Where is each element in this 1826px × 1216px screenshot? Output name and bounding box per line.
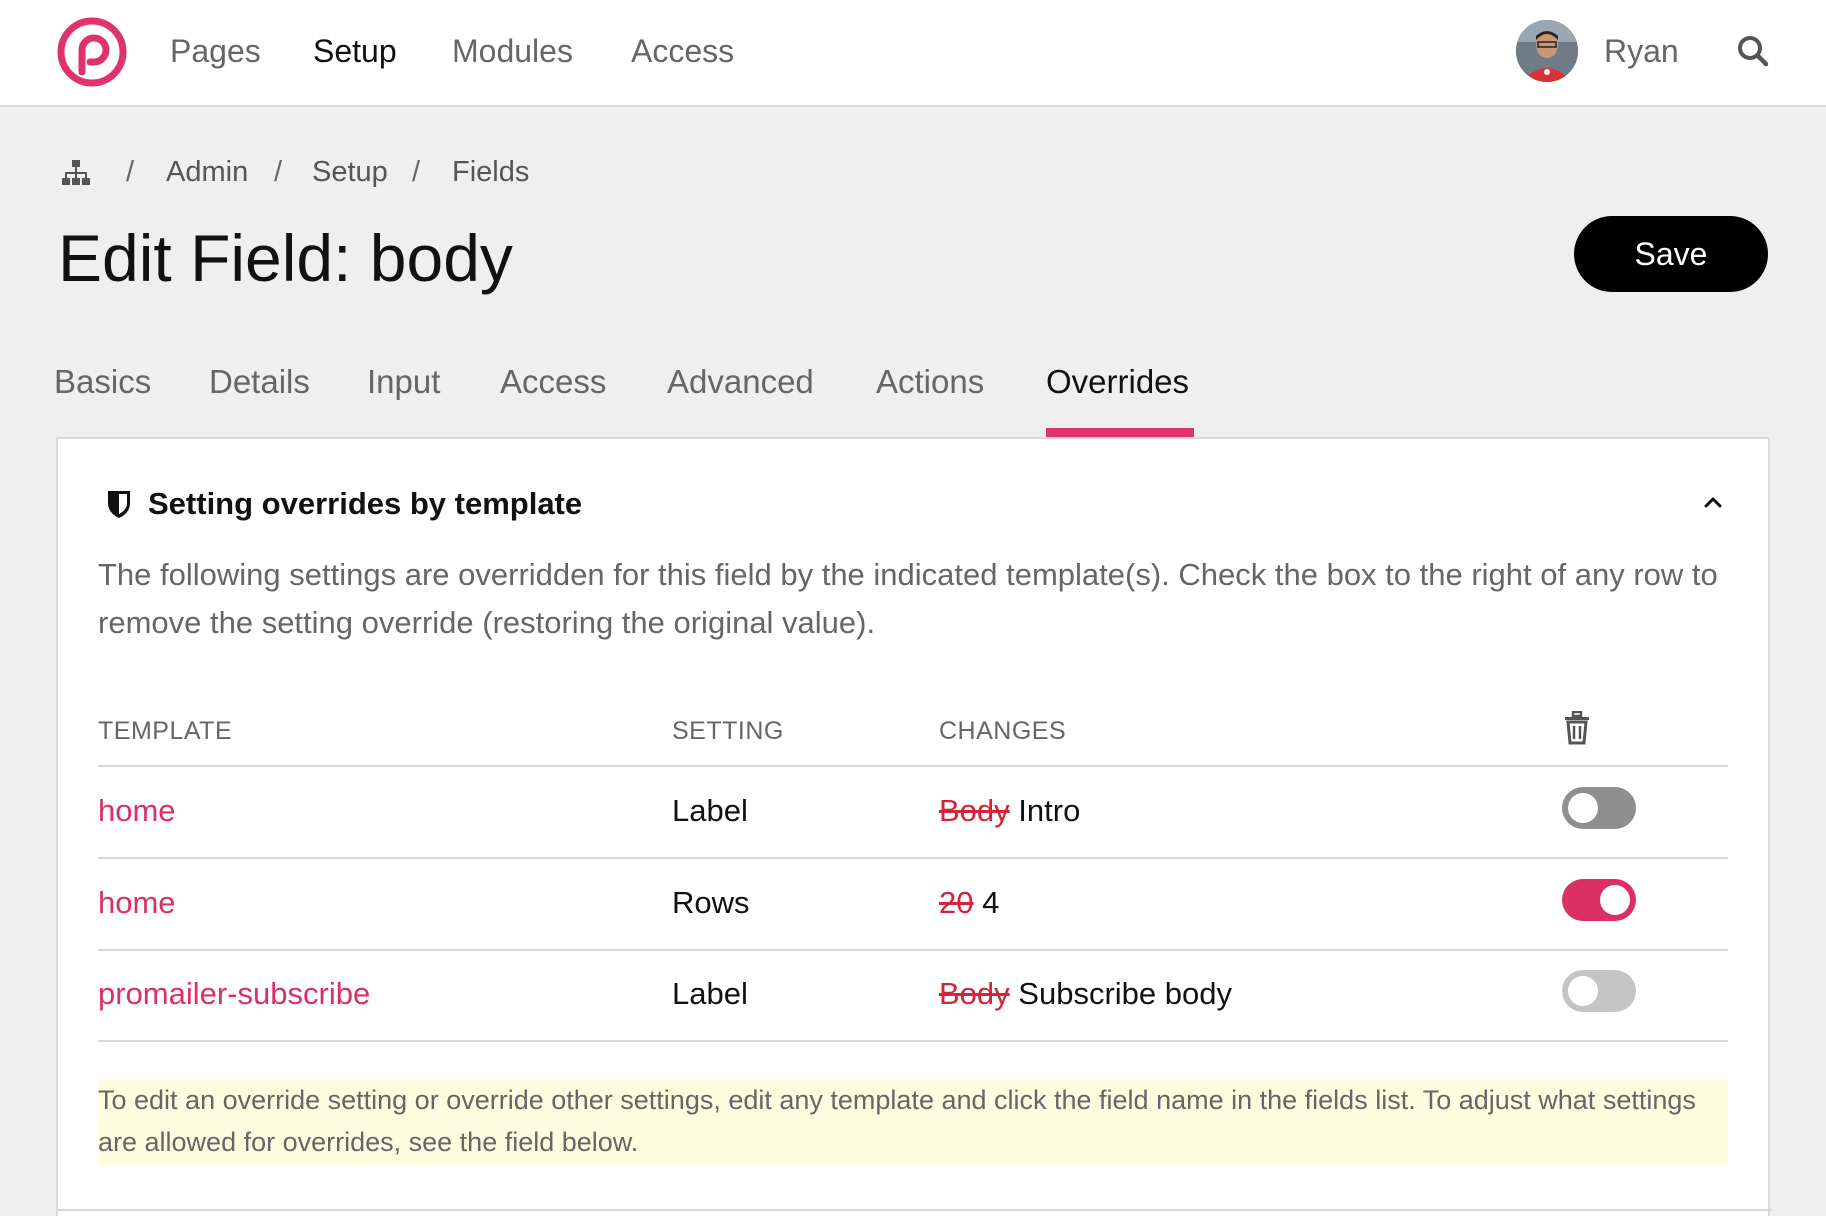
remove-override-toggle[interactable] (1562, 879, 1636, 921)
overrides-note: To edit an override setting or override … (98, 1079, 1728, 1165)
old-value: Body (939, 793, 1010, 828)
overrides-panel: Setting overrides by template The follow… (56, 437, 1772, 1216)
template-link[interactable]: home (98, 883, 176, 923)
table-divider (98, 765, 1728, 767)
trash-icon (1565, 711, 1589, 745)
new-value: Intro (1018, 793, 1081, 828)
breadcrumb-admin[interactable]: Admin (166, 156, 248, 189)
setting-name: Label (672, 976, 748, 1011)
tab-actions[interactable]: Actions (876, 362, 984, 402)
column-header-setting: SETTING (672, 717, 784, 745)
breadcrumb-setup[interactable]: Setup (312, 156, 388, 189)
table-divider (98, 949, 1728, 951)
breadcrumb-separator: / (126, 156, 135, 188)
table-divider (98, 857, 1728, 859)
panel-description: The following settings are overridden fo… (98, 557, 1718, 640)
changes-cell: Body Subscribe body (939, 974, 1232, 1014)
sitemap-icon[interactable] (60, 158, 92, 188)
avatar-photo-icon (1516, 20, 1578, 82)
chevron-up-icon[interactable] (1700, 489, 1726, 515)
user-name[interactable]: Ryan (1604, 30, 1679, 72)
save-button[interactable]: Save (1574, 216, 1768, 292)
panel-title: Setting overrides by template (148, 486, 583, 521)
template-link[interactable]: home (98, 791, 176, 831)
tab-access[interactable]: Access (500, 362, 606, 402)
old-value: Body (939, 976, 1010, 1011)
page-title: Edit Field: body (58, 221, 513, 295)
new-value: 4 (982, 885, 1000, 920)
breadcrumb-separator: / (412, 156, 421, 188)
tab-advanced[interactable]: Advanced (667, 362, 814, 402)
changes-cell: 20 4 (939, 883, 999, 923)
template-link[interactable]: promailer-subscribe (98, 974, 370, 1014)
processwire-logo-icon[interactable] (56, 16, 128, 88)
breadcrumb-separator: / (274, 156, 283, 188)
new-value: Subscribe body (1018, 976, 1232, 1011)
table-divider (98, 1040, 1728, 1042)
nav-access[interactable]: Access (631, 30, 734, 72)
tab-overrides[interactable]: Overrides (1046, 362, 1189, 402)
setting-name: Rows (672, 885, 750, 920)
changes-cell: Body Intro (939, 791, 1080, 831)
search-icon[interactable] (1736, 34, 1770, 68)
nav-pages[interactable]: Pages (170, 30, 261, 72)
old-value: 20 (939, 885, 974, 920)
column-header-template: TEMPLATE (98, 717, 233, 745)
panel-divider (58, 1209, 1772, 1211)
column-header-changes: CHANGES (939, 717, 1067, 745)
breadcrumb-fields[interactable]: Fields (452, 156, 529, 189)
nav-modules[interactable]: Modules (452, 30, 573, 72)
nav-setup[interactable]: Setup (313, 30, 397, 72)
remove-override-toggle[interactable] (1562, 970, 1636, 1012)
shield-icon (108, 491, 130, 518)
avatar[interactable] (1516, 20, 1578, 82)
remove-override-toggle[interactable] (1562, 787, 1636, 829)
tab-basics[interactable]: Basics (54, 362, 151, 402)
tab-input[interactable]: Input (367, 362, 440, 402)
top-bar: Pages Setup Modules Access Ryan (0, 0, 1826, 107)
setting-name: Label (672, 793, 748, 828)
tab-details[interactable]: Details (209, 362, 310, 402)
